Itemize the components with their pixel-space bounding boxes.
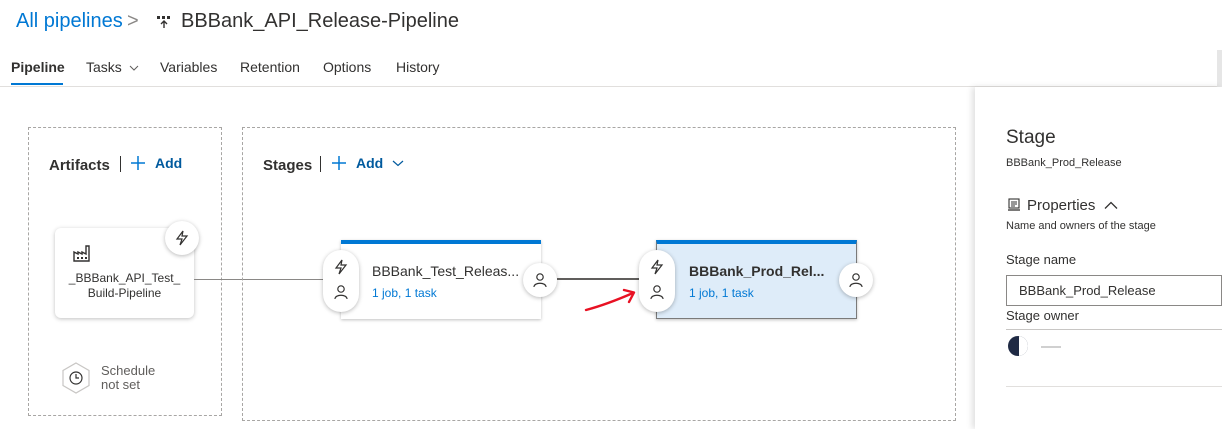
pre-deployment-conditions[interactable] bbox=[323, 250, 359, 312]
lightning-icon[interactable] bbox=[333, 259, 349, 275]
clock-icon[interactable] bbox=[60, 362, 92, 394]
stage-name: BBBank_Test_Releas... bbox=[372, 263, 520, 279]
person-icon[interactable] bbox=[333, 284, 349, 300]
stage-card-prod-release[interactable]: BBBank_Prod_Rel... 1 job, 1 task bbox=[656, 240, 857, 319]
stage-summary-link[interactable]: 1 job, 1 task bbox=[372, 286, 437, 300]
stage-summary-link[interactable]: 1 job, 1 task bbox=[689, 286, 754, 300]
add-stage-button[interactable]: Add bbox=[331, 155, 404, 171]
properties-section-toggle[interactable]: Properties bbox=[1027, 197, 1118, 214]
chevron-down-icon bbox=[129, 65, 139, 71]
pre-deployment-conditions[interactable] bbox=[639, 250, 675, 312]
artifact-name-line1: _BBBank_API_Test_ bbox=[68, 271, 181, 285]
add-artifact-button[interactable]: Add bbox=[130, 155, 182, 171]
tab-retention[interactable]: Retention bbox=[240, 59, 300, 75]
artifact-name: _BBBank_API_Test_ Build-Pipeline bbox=[55, 271, 194, 301]
stage-owner-picker[interactable] bbox=[1006, 329, 1222, 358]
active-tab-indicator bbox=[11, 83, 63, 85]
post-deployment-conditions[interactable] bbox=[839, 263, 873, 297]
properties-label: Properties bbox=[1027, 197, 1096, 214]
tab-tasks-label: Tasks bbox=[86, 59, 122, 75]
owner-name-redacted bbox=[1041, 346, 1061, 348]
schedule-line1: Schedule bbox=[101, 363, 156, 378]
post-deployment-conditions[interactable] bbox=[523, 263, 557, 297]
artifact-name-line2: Build-Pipeline bbox=[87, 286, 162, 300]
chevron-down-icon bbox=[392, 160, 404, 167]
person-icon bbox=[533, 273, 547, 288]
plus-icon bbox=[332, 156, 346, 170]
person-icon[interactable] bbox=[649, 284, 665, 300]
pipeline-icon bbox=[157, 16, 170, 28]
stage-name-input[interactable] bbox=[1006, 275, 1222, 306]
stages-title: Stages bbox=[263, 157, 313, 174]
tab-tasks[interactable]: Tasks bbox=[86, 59, 139, 75]
artifacts-title: Artifacts bbox=[49, 157, 110, 174]
panel-divider bbox=[1006, 386, 1222, 387]
divider bbox=[120, 156, 121, 172]
properties-description: Name and owners of the stage bbox=[1006, 220, 1156, 232]
stage-name-label: Stage name bbox=[1006, 252, 1077, 267]
continuous-deployment-trigger-button[interactable] bbox=[165, 221, 199, 255]
add-stage-label: Add bbox=[356, 155, 384, 171]
stage-owner-label: Stage owner bbox=[1006, 308, 1079, 323]
avatar bbox=[1008, 336, 1028, 356]
stage-connector bbox=[557, 278, 639, 280]
lightning-icon[interactable] bbox=[649, 259, 665, 275]
tab-history[interactable]: History bbox=[396, 59, 440, 75]
plus-icon bbox=[131, 156, 145, 170]
build-factory-icon bbox=[73, 245, 90, 262]
breadcrumb-separator: > bbox=[127, 10, 139, 32]
stage-card-test-release[interactable]: BBBank_Test_Releas... 1 job, 1 task bbox=[341, 240, 541, 319]
properties-icon bbox=[1008, 198, 1020, 211]
tab-variables[interactable]: Variables bbox=[160, 59, 217, 75]
tab-options[interactable]: Options bbox=[323, 59, 371, 75]
chevron-up-icon bbox=[1104, 201, 1118, 209]
divider bbox=[320, 156, 321, 172]
page-title: BBBank_API_Release-Pipeline bbox=[181, 10, 459, 32]
schedule-line2: not set bbox=[101, 377, 141, 392]
panel-title: Stage bbox=[1006, 127, 1056, 148]
stage-name: BBBank_Prod_Rel... bbox=[689, 263, 825, 279]
breadcrumb-all-pipelines[interactable]: All pipelines bbox=[16, 10, 123, 33]
schedule-status: Schedule not set bbox=[101, 364, 155, 392]
panel-subtitle: BBBank_Prod_Release bbox=[1006, 157, 1122, 169]
lightning-icon bbox=[175, 230, 189, 246]
tab-pipeline[interactable]: Pipeline bbox=[11, 59, 65, 75]
person-icon bbox=[849, 273, 863, 288]
add-artifact-label: Add bbox=[155, 155, 183, 171]
annotation-arrow bbox=[584, 288, 636, 312]
